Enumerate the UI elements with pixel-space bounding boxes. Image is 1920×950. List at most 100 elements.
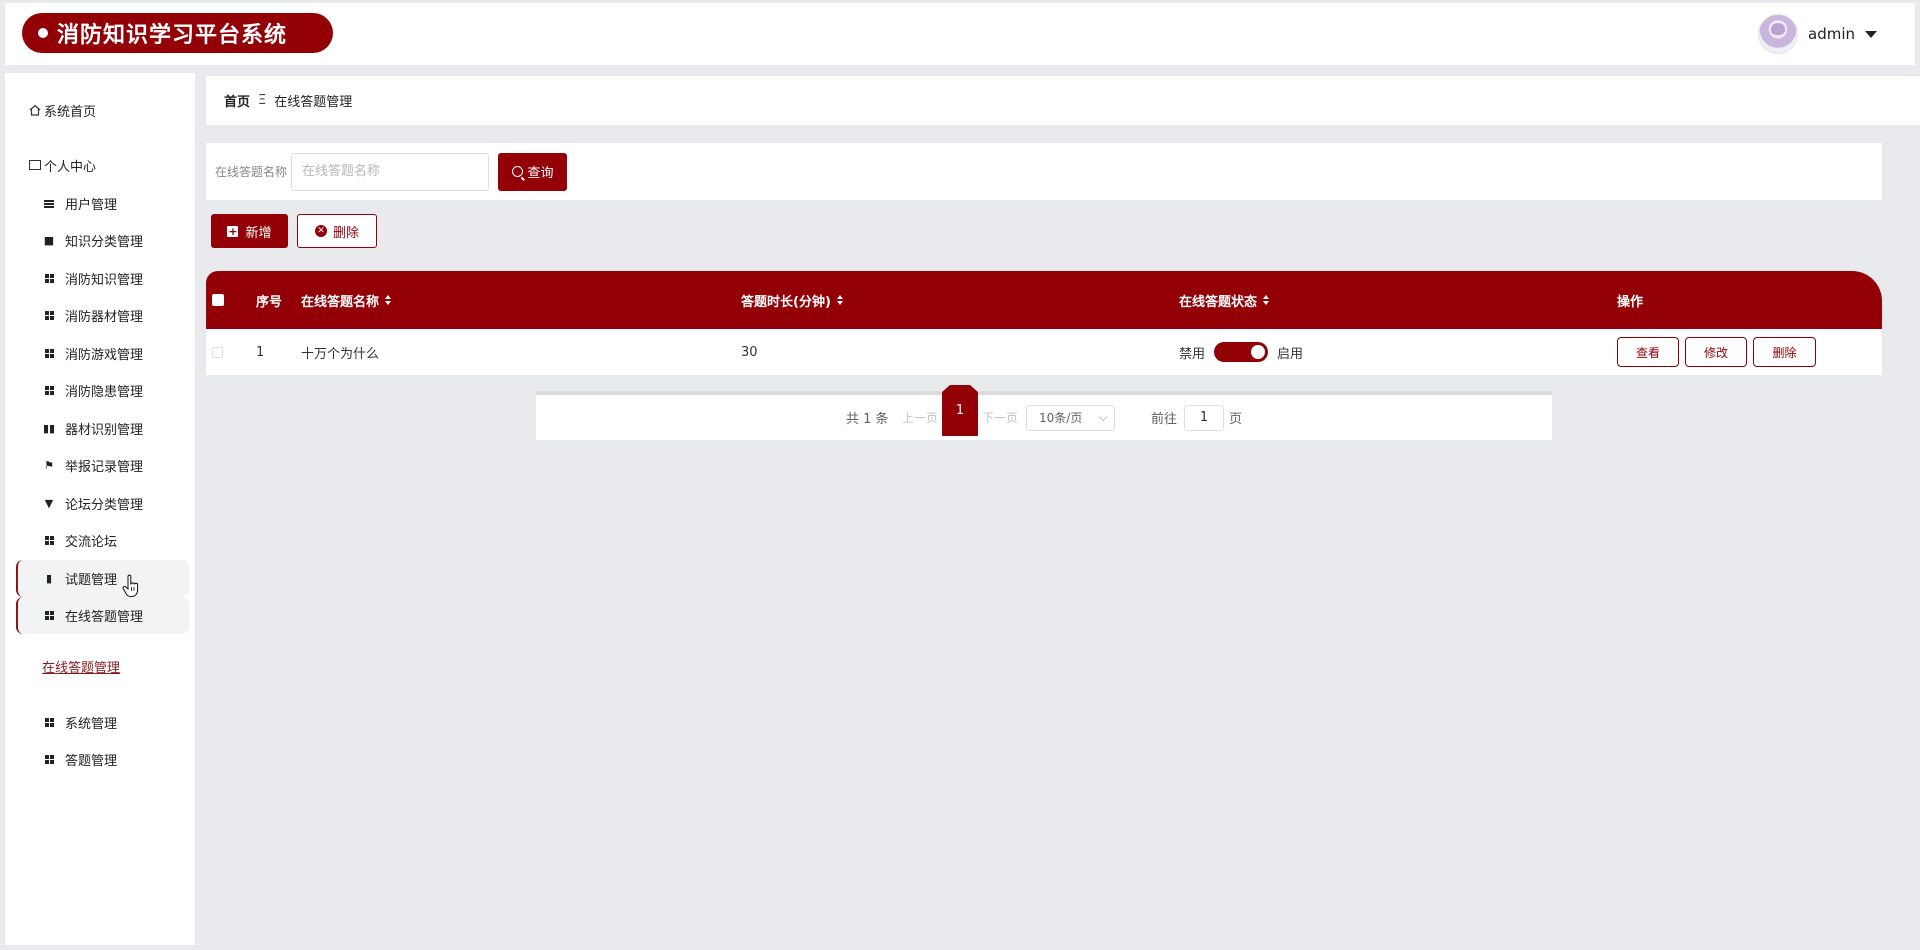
sort-icon[interactable] [836,295,843,305]
grid-icon [42,718,56,727]
sort-icon[interactable] [385,295,392,305]
sidebar-item-label: 用户管理 [65,198,118,213]
pagination-total: 共 1 条 [846,412,889,427]
sidebar-item-personal-center[interactable]: 个人中心 [29,155,96,175]
select-all-checkbox[interactable] [212,271,224,329]
hand-cursor-icon [122,574,139,597]
user-menu[interactable]: admin [1758,14,1877,54]
caret-down-icon[interactable] [1865,30,1877,38]
search-label: 在线答题名称 [215,165,288,179]
grid-icon [42,755,56,764]
search-input[interactable] [291,152,490,191]
close-circle-icon: ✕ [314,225,327,237]
bookmark-icon: ▼ [44,497,54,510]
page-size-value: 10条/页 [1039,411,1083,425]
grid-icon [42,274,56,283]
grid-icon [42,349,56,358]
status-off-label: 禁用 [1179,346,1206,362]
next-page-button[interactable]: 下一页 [982,409,1018,426]
sidebar-item-label: 消防知识管理 [65,273,144,288]
app-title: 消防知识学习平台系统 [57,23,288,48]
column-header-status[interactable]: 在线答题状态 [1179,271,1270,329]
logo-dot-icon [38,28,48,38]
row-checkbox[interactable] [212,329,223,375]
goto-page-input[interactable] [1184,404,1224,431]
sidebar-item-reports[interactable]: ⚑ 举报记录管理 [16,447,189,484]
sidebar-item-users[interactable]: 用户管理 [16,185,189,222]
view-button[interactable]: 查看 [1617,337,1679,367]
sidebar-item-label: 消防器材管理 [65,310,144,325]
sidebar-item-label: 试题管理 [65,573,118,588]
search-bar: 在线答题名称 查询 [206,143,1882,200]
page-number-current[interactable]: 1 [942,385,978,436]
table-header: 序号 在线答题名称 答题时长(分钟) 在线答题状态 操作 [206,271,1882,329]
submenu-link-online-quiz[interactable]: 在线答题管理 [42,657,120,676]
avatar[interactable] [1758,14,1798,54]
sort-icon[interactable] [1263,295,1270,305]
username[interactable]: admin [1808,25,1855,43]
breadcrumb-current: 在线答题管理 [274,95,353,110]
add-button-label: 新增 [245,225,272,241]
breadcrumb-home[interactable]: 首页 [224,91,250,110]
chart-icon: ▮▮ [42,422,56,435]
goto-label: 前往 [1151,412,1178,427]
search-icon [511,166,523,177]
sidebar-item-label: 论坛分类管理 [65,498,144,513]
flag-icon: ⚑ [44,459,54,472]
prev-page-button[interactable]: 上一页 [902,409,938,426]
sidebar-item-label: 交流论坛 [65,535,118,550]
status-toggle[interactable] [1214,342,1269,362]
sidebar-item-fire-games[interactable]: 消防游戏管理 [16,335,189,372]
sidebar-item-label: 答题管理 [65,754,118,769]
row-duration: 30 [741,344,758,360]
sidebar-item-label: 知识分类管理 [65,235,144,250]
list-icon [42,199,56,208]
page-unit-label: 页 [1229,412,1243,427]
sidebar-item-label: 消防隐患管理 [65,385,144,400]
row-actions: 查看 修改 删除 [1617,329,1822,375]
page-size-select[interactable]: 10条/页 [1026,404,1115,431]
sidebar-item-online-quiz[interactable]: 在线答题管理 [16,597,189,634]
sidebar: 系统首页 个人中心 用户管理 ■ 知识分类管理 消防知识管理 消防器材管理 消防… [5,73,195,945]
table-row: 1 十万个为什么 30 禁用 启用 查看 修改 删除 [206,329,1882,375]
sidebar-item-knowledge-category[interactable]: ■ 知识分类管理 [16,222,189,259]
sidebar-item-label: 器材识别管理 [65,423,144,438]
sidebar-item-system[interactable]: 系统管理 [16,704,189,741]
status-on-label: 启用 [1277,346,1304,362]
row-name: 十万个为什么 [301,346,380,362]
add-button[interactable]: + 新增 [211,214,288,248]
edit-button[interactable]: 修改 [1685,337,1747,367]
sidebar-item-equipment-recognition[interactable]: ▮▮ 器材识别管理 [16,410,189,447]
column-header-duration[interactable]: 答题时长(分钟) [741,271,843,329]
sidebar-item-label: 系统管理 [65,717,118,732]
column-header-actions: 操作 [1617,294,1644,310]
grid-icon [42,536,56,545]
plus-icon: + [227,224,239,238]
search-button[interactable]: 查询 [498,152,568,191]
sidebar-item-forum-category[interactable]: ▼ 论坛分类管理 [16,485,189,522]
sidebar-item-forum[interactable]: 交流论坛 [16,522,189,559]
grid-icon [42,386,56,395]
folder-icon: ■ [43,234,55,247]
status-switch-group: 禁用 启用 [1179,329,1303,375]
sidebar-item-fire-knowledge[interactable]: 消防知识管理 [16,260,189,297]
data-table: 序号 在线答题名称 答题时长(分钟) 在线答题状态 操作 1 十万个为什么 30… [206,271,1882,375]
column-header-name[interactable]: 在线答题名称 [301,271,392,329]
search-button-label: 查询 [527,166,554,181]
sidebar-item-questions[interactable]: ▮ 试题管理 [16,560,189,597]
sidebar-item-answers[interactable]: 答题管理 [16,741,189,778]
bar-chart-icon: ▮ [45,572,53,585]
sidebar-home-label: 系统首页 [44,104,97,120]
breadcrumb-separator-icon: Ξ [258,93,267,108]
sidebar-item-fire-hazards[interactable]: 消防隐患管理 [16,372,189,409]
delete-button-label: 删除 [332,225,359,241]
grid-icon [42,611,56,620]
batch-delete-button[interactable]: ✕ 删除 [297,214,377,248]
sidebar-item-home[interactable]: 系统首页 [29,100,96,120]
delete-button[interactable]: 删除 [1753,337,1816,367]
sidebar-item-fire-equipment[interactable]: 消防器材管理 [16,297,189,334]
sidebar-personal-label: 个人中心 [44,159,97,175]
sidebar-item-label: 消防游戏管理 [65,348,144,363]
chevron-down-icon [1098,412,1108,421]
pagination: 共 1 条 上一页 1 下一页 10条/页 前往 页 [536,385,1552,440]
